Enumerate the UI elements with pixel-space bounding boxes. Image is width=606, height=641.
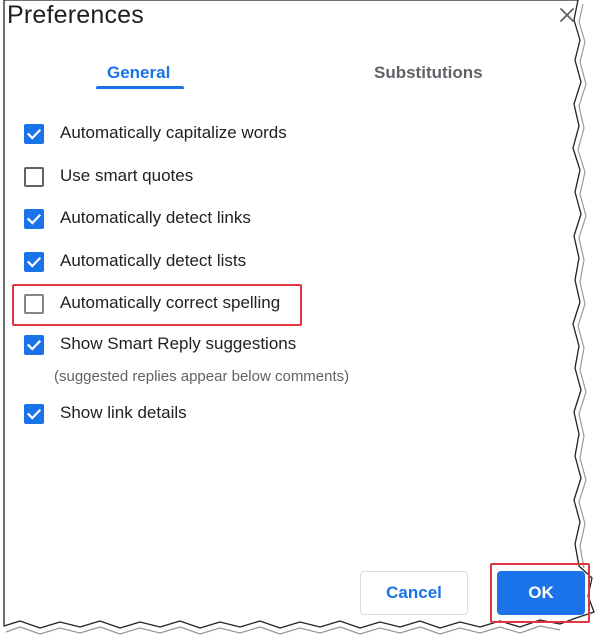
checkmark-icon [26,128,42,140]
checkbox-checked[interactable] [24,404,44,424]
checkbox-unchecked[interactable] [24,294,44,314]
checkmark-icon [26,213,42,225]
checkbox-checked[interactable] [24,209,44,229]
smart-reply-hint: (suggested replies appear below comments… [54,368,350,385]
tab-general[interactable]: General [107,63,170,83]
tab-substitutions[interactable]: Substitutions [374,63,483,83]
checkbox-checked[interactable] [24,124,44,144]
checkmark-icon [26,339,42,351]
option-label: Automatically correct spelling [60,293,281,312]
option-label: Show link details [60,403,187,422]
cancel-button[interactable]: Cancel [360,571,468,615]
checkbox-unchecked[interactable] [24,167,44,187]
option-label: Automatically detect links [60,208,251,227]
annotation-highlight-ok [490,563,590,623]
option-label: Automatically detect lists [60,251,247,270]
option-label: Use smart quotes [60,166,194,185]
option-label: Automatically capitalize words [60,123,287,142]
checkbox-checked[interactable] [24,252,44,272]
checkmark-icon [26,256,42,268]
tab-selected-indicator [96,86,184,89]
dialog-title: Preferences [7,1,144,29]
checkbox-checked[interactable] [24,335,44,355]
option-label: Show Smart Reply suggestions [60,334,297,353]
close-icon[interactable] [557,5,577,25]
preferences-dialog: Preferences General Substitutions Automa… [0,0,606,641]
checkmark-icon [26,408,42,420]
